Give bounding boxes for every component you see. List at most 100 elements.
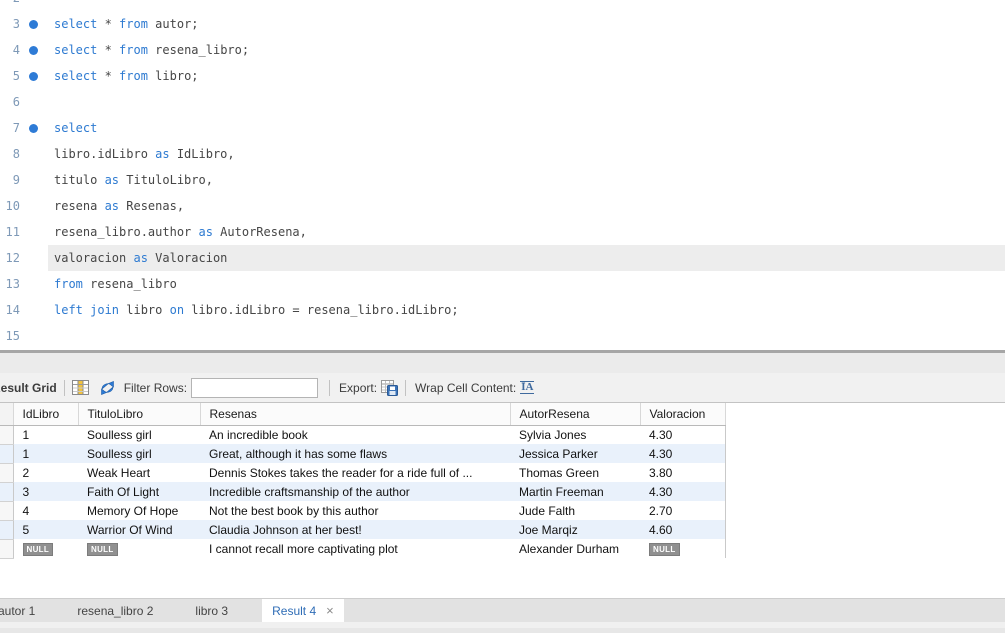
splitter-gap xyxy=(0,353,1005,373)
statement-marker-slot xyxy=(20,271,46,297)
grid-cell-resenas[interactable]: Incredible craftsmanship of the author xyxy=(200,482,510,501)
grid-cell-valoracion[interactable]: 2.70 xyxy=(640,501,725,520)
grid-cell-autorresena[interactable]: Jude Falth xyxy=(510,501,640,520)
code-token: * xyxy=(97,17,119,31)
grid-cell-idlibro[interactable]: 3 xyxy=(13,482,78,501)
code-text: resena_libro.author as AutorResena, xyxy=(54,219,307,245)
grid-cell-idlibro[interactable]: 1 xyxy=(13,444,78,463)
line-number: 11 xyxy=(0,219,20,245)
code-line-4[interactable]: 4select * from resena_libro; xyxy=(0,37,1005,63)
row-header-cell[interactable] xyxy=(0,501,13,520)
filter-rows-input[interactable] xyxy=(191,378,318,398)
code-line-3[interactable]: 3select * from autor; xyxy=(0,11,1005,37)
row-header-cell[interactable] xyxy=(0,463,13,482)
code-line-9[interactable]: 9titulo as TituloLibro, xyxy=(0,167,1005,193)
code-token: select xyxy=(54,69,97,83)
code-token: Resenas, xyxy=(119,199,184,213)
grid-cell-valoracion[interactable]: 4.60 xyxy=(640,520,725,539)
code-line-13[interactable]: 13from resena_libro xyxy=(0,271,1005,297)
grid-cell-idlibro[interactable]: 1 xyxy=(13,425,78,444)
code-token: Valoracion xyxy=(148,251,227,265)
grid-cell-resenas[interactable]: An incredible book xyxy=(200,425,510,444)
null-badge: NULL xyxy=(649,543,680,556)
grid-cell-resenas[interactable]: Not the best book by this author xyxy=(200,501,510,520)
grid-cell-resenas[interactable]: Claudia Johnson at her best! xyxy=(200,520,510,539)
grid-cell-autorresena[interactable]: Thomas Green xyxy=(510,463,640,482)
grid-cell-titulolibro[interactable]: Soulless girl xyxy=(78,444,200,463)
grid-cell-autorresena[interactable]: Jessica Parker xyxy=(510,444,640,463)
code-line-5[interactable]: 5select * from libro; xyxy=(0,63,1005,89)
code-text: from resena_libro xyxy=(54,271,177,297)
grid-cell-idlibro[interactable]: 2 xyxy=(13,463,78,482)
grid-cell-resenas[interactable]: I cannot recall more captivating plot xyxy=(200,539,510,558)
grid-cell-titulolibro[interactable]: Warrior Of Wind xyxy=(78,520,200,539)
result-tab-autor-1[interactable]: autor 1 xyxy=(0,599,43,622)
code-token: libro; xyxy=(148,69,199,83)
grid-cell-valoracion[interactable]: 4.30 xyxy=(640,425,725,444)
row-header-cell[interactable] xyxy=(0,425,13,444)
column-header-valoracion[interactable]: Valoracion xyxy=(640,403,725,425)
row-header-cell[interactable] xyxy=(0,482,13,501)
code-text: select * from autor; xyxy=(54,11,199,37)
grid-cell-titulolibro[interactable]: Soulless girl xyxy=(78,425,200,444)
column-header-titulolibro[interactable]: TituloLibro xyxy=(78,403,200,425)
grid-cell-autorresena[interactable]: Sylvia Jones xyxy=(510,425,640,444)
sql-editor[interactable]: 23select * from autor;4select * from res… xyxy=(0,0,1005,350)
result-tab-resena-libro-2[interactable]: resena_libro 2 xyxy=(69,599,161,622)
row-header-cell[interactable] xyxy=(0,539,13,558)
column-header-idlibro[interactable]: IdLibro xyxy=(13,403,78,425)
grid-cell-valoracion[interactable]: 3.80 xyxy=(640,463,725,482)
result-tab-result-4[interactable]: Result 4× xyxy=(262,599,344,622)
wrap-cell-content-icon[interactable]: ĪA xyxy=(520,381,534,394)
tab-label: autor 1 xyxy=(0,604,35,618)
grid-cell-titulolibro[interactable]: Faith Of Light xyxy=(78,482,200,501)
code-line-15[interactable]: 15 xyxy=(0,323,1005,349)
code-token: valoracion xyxy=(54,251,133,265)
close-icon[interactable]: × xyxy=(326,604,334,617)
grid-cell-titulolibro[interactable]: Memory Of Hope xyxy=(78,501,200,520)
grid-cell-idlibro[interactable]: 5 xyxy=(13,520,78,539)
code-line-7[interactable]: 7select xyxy=(0,115,1005,141)
line-number: 12 xyxy=(0,245,20,271)
code-line-10[interactable]: 10resena as Resenas, xyxy=(0,193,1005,219)
grid-cell-autorresena[interactable]: Alexander Durham xyxy=(510,539,640,558)
code-line-2[interactable]: 2 xyxy=(0,0,1005,11)
code-line-12[interactable]: 12valoracion as Valoracion xyxy=(0,245,1005,271)
code-line-8[interactable]: 8libro.idLibro as IdLibro, xyxy=(0,141,1005,167)
grid-cell-titulolibro[interactable]: Weak Heart xyxy=(78,463,200,482)
grid-cell-valoracion[interactable]: 4.30 xyxy=(640,444,725,463)
table-row: 1Soulless girlGreat, although it has som… xyxy=(0,444,725,463)
row-header-cell[interactable] xyxy=(0,520,13,539)
grid-cell-resenas[interactable]: Great, although it has some flaws xyxy=(200,444,510,463)
column-header-resenas[interactable]: Resenas xyxy=(200,403,510,425)
refresh-icon[interactable] xyxy=(99,380,116,396)
code-line-11[interactable]: 11 resena_libro.author as AutorResena, xyxy=(0,219,1005,245)
result-tab-libro-3[interactable]: libro 3 xyxy=(187,599,236,622)
export-icon[interactable] xyxy=(381,380,398,396)
code-token: libro xyxy=(119,303,170,317)
statement-marker-icon xyxy=(29,20,38,29)
grid-cell-idlibro[interactable]: NULL xyxy=(13,539,78,558)
line-number: 4 xyxy=(0,37,20,63)
grid-cell-valoracion[interactable]: 4.30 xyxy=(640,482,725,501)
result-grid-label: Result Grid xyxy=(0,381,57,395)
code-line-14[interactable]: 14left join libro on libro.idLibro = res… xyxy=(0,297,1005,323)
code-token: from xyxy=(119,69,148,83)
grid-cell-valoracion[interactable]: NULL xyxy=(640,539,725,558)
row-header-cell[interactable] xyxy=(0,444,13,463)
grid-cell-autorresena[interactable]: Joe Marqiz xyxy=(510,520,640,539)
code-line-6[interactable]: 6 xyxy=(0,89,1005,115)
grid-cell-titulolibro[interactable]: NULL xyxy=(78,539,200,558)
result-grid-icon[interactable] xyxy=(72,380,89,395)
grid-cell-resenas[interactable]: Dennis Stokes takes the reader for a rid… xyxy=(200,463,510,482)
filter-rows-label: Filter Rows: xyxy=(124,381,187,395)
grid-cell-autorresena[interactable]: Martin Freeman xyxy=(510,482,640,501)
grid-cell-idlibro[interactable]: 4 xyxy=(13,501,78,520)
statement-marker-slot xyxy=(20,115,46,141)
line-number: 15 xyxy=(0,323,20,349)
code-token: from xyxy=(54,277,83,291)
code-token: resena xyxy=(54,199,105,213)
column-header-autorresena[interactable]: AutorResena xyxy=(510,403,640,425)
code-text: select xyxy=(54,115,97,141)
output-panel-header[interactable]: Output xyxy=(0,622,1005,633)
